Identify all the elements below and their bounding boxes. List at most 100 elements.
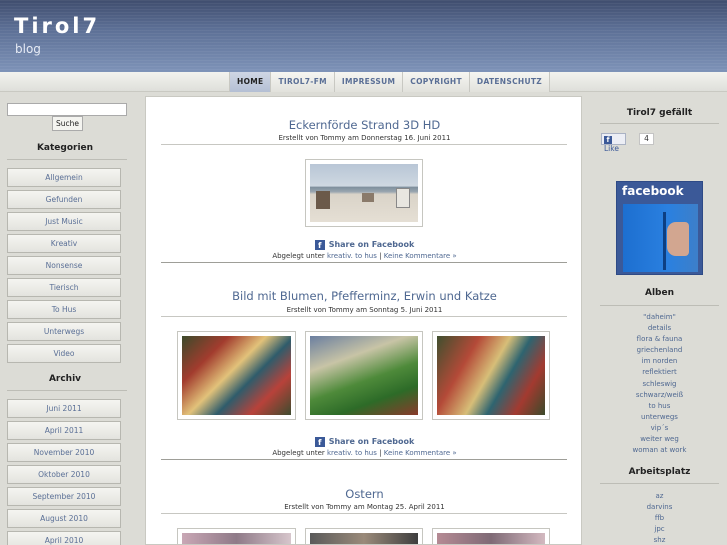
profile-photo xyxy=(623,204,698,272)
divider xyxy=(161,144,567,145)
category-link[interactable]: kreativ. to hus xyxy=(327,449,377,457)
divider xyxy=(600,123,719,124)
post-meta: Erstellt von Tommy am Montag 25. April 2… xyxy=(284,503,445,511)
post-thumbnail[interactable] xyxy=(305,528,423,544)
album-link[interactable]: weiter weg xyxy=(592,434,727,445)
comments-link[interactable]: Keine Kommentare » xyxy=(384,252,457,260)
album-link[interactable]: woman at work xyxy=(592,445,727,456)
album-link[interactable]: details xyxy=(592,323,727,334)
flower-painting xyxy=(182,336,291,415)
facebook-icon: f xyxy=(604,136,612,144)
category-tierisch[interactable]: Tierisch xyxy=(7,278,121,297)
category-to-hus[interactable]: To Hus xyxy=(7,300,121,319)
workplace-link[interactable]: jpc xyxy=(592,524,727,535)
easter-photo xyxy=(310,533,418,544)
post-meta: Erstellt von Tommy am Donnerstag 16. Jun… xyxy=(278,134,451,142)
nav-tirol7-fm[interactable]: TIROL7-FM xyxy=(270,72,334,92)
workplace-link[interactable]: ffb xyxy=(592,513,727,524)
search-button[interactable]: Suche xyxy=(52,116,83,131)
nav-home[interactable]: HOME xyxy=(229,72,271,92)
nav-datenschutz[interactable]: DATENSCHUTZ xyxy=(468,72,551,92)
post-thumbnail[interactable] xyxy=(432,331,550,420)
main-content: Eckernförde Strand 3D HD Erstellt von To… xyxy=(145,96,582,545)
post-thumbnail[interactable] xyxy=(177,528,296,544)
divider xyxy=(600,483,719,484)
like-count: 4 xyxy=(639,133,654,145)
category-unterwegs[interactable]: Unterwegs xyxy=(7,322,121,341)
divider xyxy=(7,159,127,160)
arbeitsplatz-heading: Arbeitsplatz xyxy=(628,467,691,477)
face-shape xyxy=(667,222,689,256)
divider xyxy=(7,390,127,391)
site-header: Tirol7 blog xyxy=(0,0,727,72)
album-link[interactable]: flora & fauna xyxy=(592,334,727,345)
album-link[interactable]: schwarz/weiß xyxy=(592,390,727,401)
archive-april-2010[interactable]: April 2010 xyxy=(7,531,121,545)
left-sidebar: Suche Kategorien Allgemein Gefunden Just… xyxy=(0,92,134,545)
share-facebook-link[interactable]: f Share on Facebook xyxy=(146,437,581,447)
archive-august-2010[interactable]: August 2010 xyxy=(7,509,121,528)
post-meta: Erstellt von Tommy am Sonntag 5. Juni 20… xyxy=(286,306,443,314)
right-sidebar: Tirol7 gefällt f Like 4 facebook Alben "… xyxy=(592,92,727,545)
archive-april-2011[interactable]: April 2011 xyxy=(7,421,121,440)
post-filed: Abgelegt unter kreativ. to hus | Keine K… xyxy=(272,252,457,260)
workplace-link[interactable]: shz xyxy=(592,535,727,545)
beach-chair xyxy=(362,193,374,202)
category-video[interactable]: Video xyxy=(7,344,121,363)
divider xyxy=(161,459,567,460)
category-kreativ[interactable]: Kreativ xyxy=(7,234,121,253)
share-facebook-link[interactable]: f Share on Facebook xyxy=(146,240,581,250)
beach-photo xyxy=(310,164,418,222)
category-link[interactable]: kreativ. to hus xyxy=(327,252,377,260)
facebook-heading: Tirol7 gefällt xyxy=(626,108,693,118)
album-link[interactable]: im norden xyxy=(592,356,727,367)
site-subtitle: blog xyxy=(15,42,41,56)
post-title[interactable]: Ostern xyxy=(146,487,581,501)
alben-list: "daheim" details flora & fauna griechenl… xyxy=(592,312,727,456)
category-just-music[interactable]: Just Music xyxy=(7,212,121,231)
search-input[interactable] xyxy=(7,103,127,116)
category-gefunden[interactable]: Gefunden xyxy=(7,190,121,209)
album-link[interactable]: vip´s xyxy=(592,423,727,434)
category-nonsense[interactable]: Nonsense xyxy=(7,256,121,275)
album-link[interactable]: "daheim" xyxy=(592,312,727,323)
comments-link[interactable]: Keine Kommentare » xyxy=(384,449,457,457)
divider xyxy=(161,316,567,317)
archive-september-2010[interactable]: September 2010 xyxy=(7,487,121,506)
facebook-icon: f xyxy=(314,437,325,447)
album-link[interactable]: to hus xyxy=(592,401,727,412)
album-link[interactable]: unterwegs xyxy=(592,412,727,423)
archiv-heading: Archiv xyxy=(48,374,82,384)
album-link[interactable]: griechenland xyxy=(592,345,727,356)
beach-chair xyxy=(316,191,330,209)
facebook-badge[interactable]: facebook xyxy=(616,181,703,275)
archive-november-2010[interactable]: November 2010 xyxy=(7,443,121,462)
post-thumbnail[interactable] xyxy=(432,528,550,544)
site-title[interactable]: Tirol7 xyxy=(14,14,100,38)
workplace-link[interactable]: darvins xyxy=(592,502,727,513)
alben-heading: Alben xyxy=(644,288,674,298)
divider xyxy=(161,262,567,263)
album-link[interactable]: schleswig xyxy=(592,379,727,390)
header-pattern xyxy=(0,0,727,72)
archive-juni-2011[interactable]: Juni 2011 xyxy=(7,399,121,418)
post-thumbnail[interactable] xyxy=(305,159,423,227)
facebook-logo: facebook xyxy=(622,184,684,198)
nav-impressum[interactable]: IMPRESSUM xyxy=(333,72,403,92)
divider xyxy=(161,513,567,514)
post-filed: Abgelegt unter kreativ. to hus | Keine K… xyxy=(272,449,457,457)
easter-photo xyxy=(437,533,545,544)
album-link[interactable]: reflektiert xyxy=(592,367,727,378)
category-allgemein[interactable]: Allgemein xyxy=(7,168,121,187)
kategorien-heading: Kategorien xyxy=(36,143,94,153)
workplace-link[interactable]: az xyxy=(592,491,727,502)
post-thumbnail[interactable] xyxy=(305,331,423,420)
facebook-like-button[interactable]: f Like xyxy=(601,133,626,153)
divider xyxy=(600,305,719,306)
post-title[interactable]: Bild mit Blumen, Pfefferminz, Erwin und … xyxy=(146,289,581,303)
post-thumbnail[interactable] xyxy=(177,331,296,420)
arbeitsplatz-list: az darvins ffb jpc shz xyxy=(592,491,727,545)
archive-oktober-2010[interactable]: Oktober 2010 xyxy=(7,465,121,484)
post-title[interactable]: Eckernförde Strand 3D HD xyxy=(146,118,581,132)
nav-copyright[interactable]: COPYRIGHT xyxy=(402,72,469,92)
